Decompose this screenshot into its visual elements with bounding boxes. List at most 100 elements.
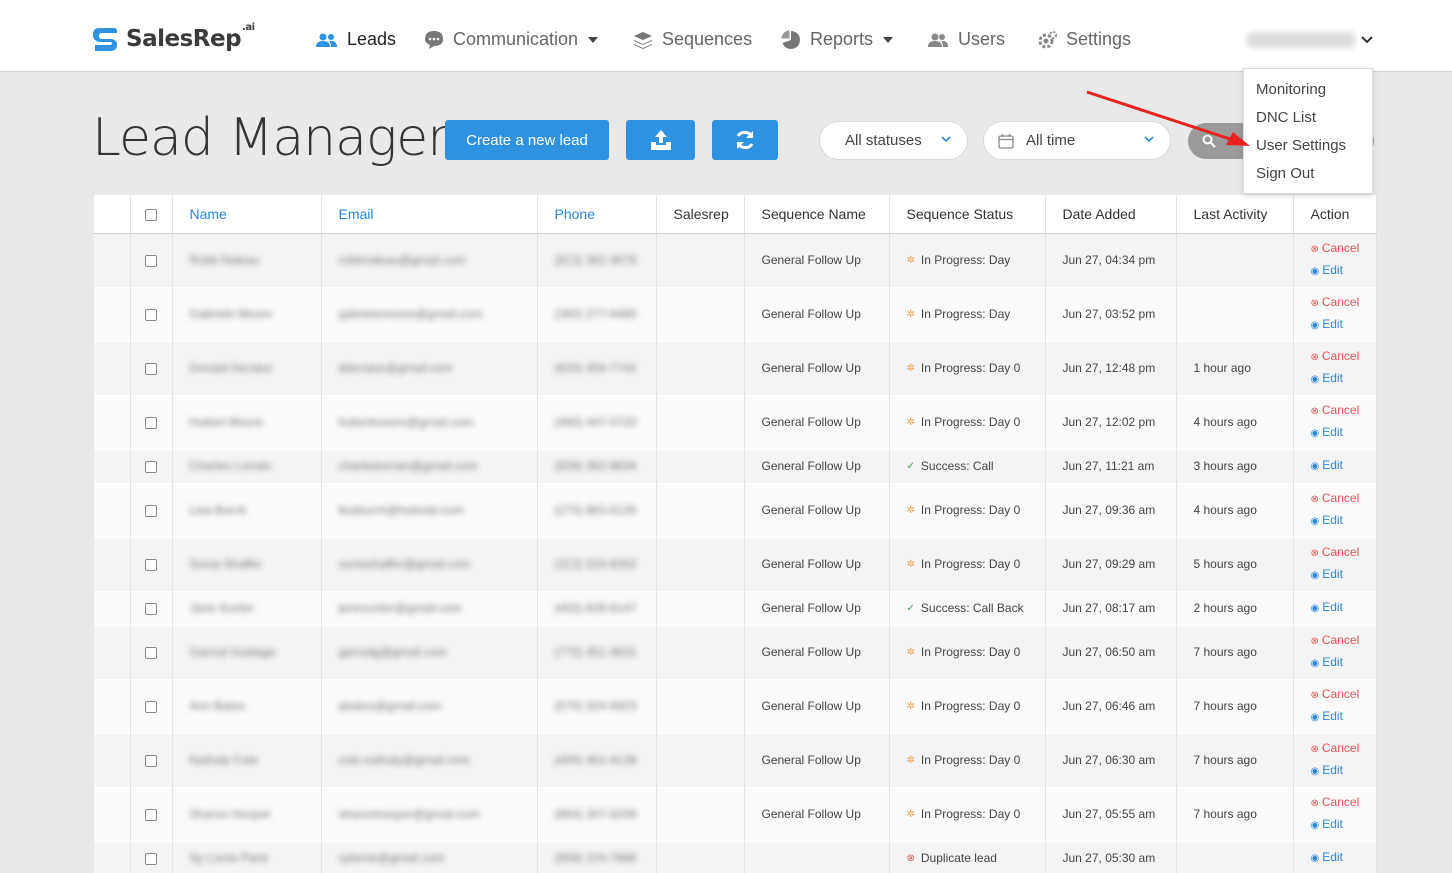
cancel-link[interactable]: ⊗ Cancel [1311, 488, 1376, 510]
row-checkbox-cell[interactable] [130, 341, 173, 395]
row-checkbox-cell[interactable] [130, 787, 173, 841]
table-row[interactable]: Donald Decatur ddecatur@gmail.com (833) 35… [94, 341, 1377, 395]
edit-link[interactable]: ◉ Edit [1311, 260, 1376, 282]
lead-name[interactable]: Sharon Hooper [172, 787, 322, 841]
row-checkbox-cell[interactable] [130, 483, 173, 537]
row-checkbox[interactable] [145, 460, 157, 473]
edit-link[interactable]: ◉ Edit [1311, 510, 1376, 532]
table-row[interactable]: Sharon Hooper sharonhooper@gmail.com (864)… [94, 787, 1377, 841]
row-checkbox-cell[interactable] [130, 537, 173, 591]
cancel-link[interactable]: ⊗ Cancel [1311, 792, 1376, 814]
row-checkbox[interactable] [145, 558, 157, 571]
table-row[interactable]: Robb Naleau robbnaleau@gmail.com (813) 362… [94, 233, 1377, 287]
col-name[interactable]: Name [172, 195, 322, 234]
row-checkbox[interactable] [145, 362, 157, 375]
upload-button[interactable] [626, 120, 695, 160]
cancel-link[interactable]: ⊗ Cancel [1311, 238, 1376, 260]
menu-item-user-settings[interactable]: User Settings [1256, 137, 1346, 154]
cancel-link[interactable]: ⊗ Cancel [1311, 292, 1376, 314]
table-row[interactable]: Jane Sunter janesunter@gmail.com (402) 839… [94, 591, 1377, 625]
edit-link[interactable]: ◉ Edit [1311, 652, 1376, 674]
lead-name[interactable]: Garrod Guidage [172, 625, 322, 679]
select-all-checkbox-cell[interactable] [130, 195, 173, 234]
lead-name[interactable]: Robb Naleau [172, 233, 322, 287]
table-row[interactable]: Charles Lorrain charleslorrain@gmail.com(… [94, 449, 1377, 483]
row-checkbox-cell[interactable] [130, 449, 173, 483]
edit-link[interactable]: ◉ Edit [1311, 760, 1376, 782]
table-row[interactable]: Lisa Burch lisaburch@hotmail.com (270) 883… [94, 483, 1377, 537]
lead-name[interactable]: Hubert Moore [172, 395, 322, 449]
edit-link[interactable]: ◉ Edit [1311, 706, 1376, 728]
row-checkbox-cell[interactable] [130, 395, 173, 449]
edit-link[interactable]: ◉ Edit [1311, 564, 1376, 586]
edit-link[interactable]: ◉ Edit [1311, 368, 1376, 390]
chevron-down-icon[interactable] [1361, 36, 1373, 44]
nav-communication[interactable]: Communication [424, 29, 599, 50]
cancel-link[interactable]: ⊗ Cancel [1311, 630, 1376, 652]
col-phone[interactable]: Phone [537, 195, 657, 234]
brand-logo[interactable]: SalesRep.ai [90, 22, 255, 54]
nav-users[interactable]: Users [927, 29, 1005, 50]
row-checkbox[interactable] [145, 416, 157, 429]
cancel-link[interactable]: ⊗ Cancel [1311, 684, 1376, 706]
lead-name[interactable]: Donald Decatur [172, 341, 322, 395]
nav-leads[interactable]: Leads [316, 29, 396, 50]
row-checkbox[interactable] [145, 852, 157, 865]
lead-name[interactable]: Jane Sunter [172, 591, 322, 625]
create-lead-button[interactable]: Create a new lead [445, 120, 609, 160]
row-checkbox-cell[interactable] [130, 287, 173, 341]
nav-reports[interactable]: Reports [781, 29, 894, 50]
lead-name[interactable]: Lisa Burch [172, 483, 322, 537]
row-checkbox-cell[interactable] [130, 625, 173, 679]
table-row[interactable]: Gabriele Moore gabrielemoore@gmail.com (36… [94, 287, 1377, 341]
menu-item-monitoring[interactable]: Monitoring [1256, 81, 1326, 98]
row-checkbox[interactable] [145, 308, 157, 321]
table-row[interactable]: Hubert Moore hubertmoore@gmail.com (480) 4… [94, 395, 1377, 449]
cancel-link[interactable]: ⊗ Cancel [1311, 400, 1376, 422]
table-row[interactable]: Garrod Guidage garrodg@gmail.com (770) 451… [94, 625, 1377, 679]
row-checkbox[interactable] [145, 646, 157, 659]
lead-name[interactable]: Gabriele Moore [172, 287, 322, 341]
row-checkbox-cell[interactable] [130, 679, 173, 733]
row-checkbox-cell[interactable] [130, 591, 173, 625]
row-checkbox[interactable] [145, 254, 157, 267]
cancel-link[interactable]: ⊗ Cancel [1311, 346, 1376, 368]
row-checkbox[interactable] [145, 700, 157, 713]
row-checkbox[interactable] [145, 504, 157, 517]
table-row[interactable]: Nathaly Cole cole.nathaly@gmail.com (405) … [94, 733, 1377, 787]
col-email[interactable]: Email [321, 195, 538, 234]
row-checkbox[interactable] [145, 602, 157, 615]
table-row[interactable]: Sy Lorrie Paris sylorrie@gmail.com (859) 2… [94, 841, 1377, 873]
lead-name[interactable]: Nathaly Cole [172, 733, 322, 787]
cancel-link[interactable]: ⊗ Cancel [1311, 738, 1376, 760]
nav-sequences[interactable]: Sequences [633, 29, 752, 50]
lead-name[interactable]: Sy Lorrie Paris [172, 841, 322, 873]
row-checkbox-cell[interactable] [130, 233, 173, 287]
nav-communication-label: Communication [453, 29, 579, 49]
edit-link[interactable]: ◉ Edit [1311, 455, 1376, 477]
user-name-blurred[interactable] [1246, 32, 1356, 48]
table-row[interactable]: Ann Bates abates@gmail.com (570) 324-6923 G… [94, 679, 1377, 733]
select-all-checkbox[interactable] [145, 209, 157, 222]
time-filter-select[interactable]: All time [983, 121, 1171, 160]
menu-item-dnc-list[interactable]: DNC List [1256, 109, 1316, 126]
refresh-button[interactable] [712, 120, 778, 160]
edit-link[interactable]: ◉ Edit [1311, 814, 1376, 836]
status-filter-select[interactable]: All statuses [819, 121, 968, 160]
row-checkbox[interactable] [145, 808, 157, 821]
row-checkbox-cell[interactable] [130, 733, 173, 787]
nav-settings[interactable]: Settings [1037, 29, 1131, 50]
lead-name[interactable]: Charles Lorrain [172, 449, 322, 483]
lead-email: ddecatur@gmail.com [321, 341, 538, 395]
lead-name[interactable]: Ann Bates [172, 679, 322, 733]
lead-name[interactable]: Sonia Shaffer [172, 537, 322, 591]
edit-link[interactable]: ◉ Edit [1311, 597, 1376, 619]
edit-link[interactable]: ◉ Edit [1311, 847, 1376, 869]
row-checkbox-cell[interactable] [130, 841, 173, 873]
menu-item-sign-out[interactable]: Sign Out [1256, 165, 1314, 182]
row-checkbox[interactable] [145, 754, 157, 767]
table-row[interactable]: Sonia Shaffer soniashaffer@gmail.com (313)… [94, 537, 1377, 591]
cancel-link[interactable]: ⊗ Cancel [1311, 542, 1376, 564]
edit-link[interactable]: ◉ Edit [1311, 314, 1376, 336]
edit-link[interactable]: ◉ Edit [1311, 422, 1376, 444]
